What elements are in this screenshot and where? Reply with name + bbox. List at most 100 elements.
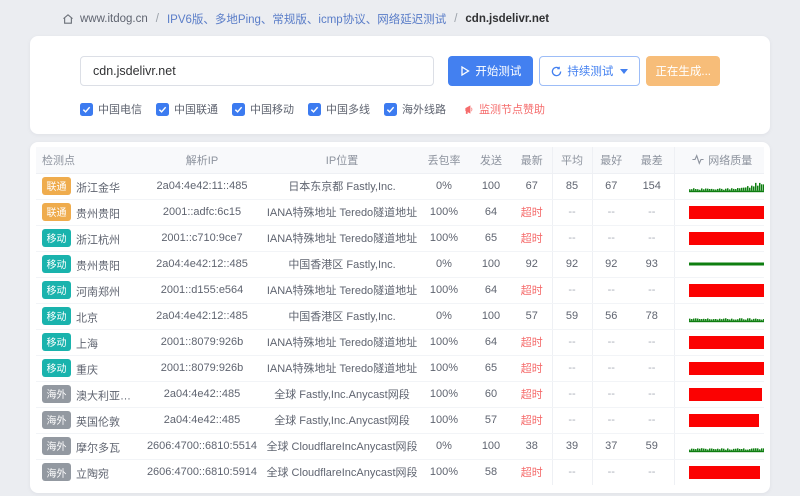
col-header-loss[interactable]: 丢包率 bbox=[418, 147, 470, 174]
activity-icon bbox=[692, 154, 704, 165]
carrier-checkbox-2[interactable]: 中国移动 bbox=[232, 101, 294, 117]
table-body: 联通 浙江金华 2a04:4e42:11::485 日本东京都 Fastly,Inc.… bbox=[36, 173, 764, 485]
cell-worst: -- bbox=[630, 225, 675, 252]
cell-avg: 92 bbox=[551, 251, 593, 278]
table-row[interactable]: 移动 北京 2a04:4e42:12::485 中国香港区 Fastly,Inc. 0%… bbox=[36, 303, 764, 330]
table-row[interactable]: 海外 英国伦敦 2a04:4e42::485 全球 Fastly,Inc.Anycas… bbox=[36, 407, 764, 434]
cell-worst: 154 bbox=[630, 173, 675, 200]
carrier-checkbox-0[interactable]: 中国电信 bbox=[80, 101, 142, 117]
quality-graph bbox=[681, 231, 764, 245]
generating-button[interactable]: 正在生成... bbox=[646, 56, 720, 86]
carrier-checkbox-3[interactable]: 中国多线 bbox=[308, 101, 370, 117]
table-row[interactable]: 联通 贵州贵阳 2001::adfc:6c15 IANA特殊地址 Teredo隧道地址… bbox=[36, 199, 764, 226]
col-header-node[interactable]: 检测点 bbox=[36, 147, 138, 174]
carrier-badge: 移动 bbox=[42, 228, 71, 247]
packet-loss-bar bbox=[688, 413, 759, 427]
cell-loss: 0% bbox=[418, 251, 470, 278]
cell-quality bbox=[674, 459, 764, 485]
col-header-quality[interactable]: 网络质量 bbox=[674, 147, 764, 174]
table-row[interactable]: 联通 浙江金华 2a04:4e42:11::485 日本东京都 Fastly,Inc.… bbox=[36, 173, 764, 200]
cell-best: 92 bbox=[592, 251, 630, 278]
packet-loss-bar bbox=[688, 335, 764, 349]
cell-ip-location: IANA特殊地址 Teredo隧道地址 bbox=[266, 329, 418, 356]
cell-worst: -- bbox=[630, 459, 675, 485]
cell-loss: 100% bbox=[418, 329, 470, 356]
cell-best: -- bbox=[592, 277, 630, 304]
cell-latest: 38 bbox=[512, 433, 552, 460]
cell-sent: 57 bbox=[470, 407, 512, 434]
col-header-ip-location[interactable]: IP位置 bbox=[266, 147, 418, 174]
cell-quality bbox=[674, 407, 764, 434]
node-location: 贵州贵阳 bbox=[76, 260, 120, 273]
cell-worst: 78 bbox=[630, 303, 675, 330]
cell-sent: 64 bbox=[470, 199, 512, 226]
cell-sent: 100 bbox=[470, 433, 512, 460]
cell-quality bbox=[674, 277, 764, 304]
table-header-row: 检测点 解析IP IP位置 丢包率 发送 最新 平均 最好 最差 网络质量 bbox=[36, 147, 764, 174]
cell-sent: 60 bbox=[470, 381, 512, 408]
cell-avg: -- bbox=[551, 277, 593, 304]
table-row[interactable]: 海外 立陶宛 2606:4700::6810:5914 全球 CloudflareIn… bbox=[36, 459, 764, 485]
cell-best: 67 bbox=[592, 173, 630, 200]
cell-best: -- bbox=[592, 199, 630, 226]
cell-ip-location: IANA特殊地址 Teredo隧道地址 bbox=[266, 355, 418, 382]
latency-sparkline bbox=[688, 318, 764, 323]
continuous-test-button[interactable]: 持续测试 bbox=[539, 56, 641, 86]
col-header-worst[interactable]: 最差 bbox=[630, 147, 675, 174]
carrier-badge: 海外 bbox=[42, 410, 71, 429]
sponsor-link[interactable]: 监测节点赞助 bbox=[464, 101, 545, 117]
cell-avg: -- bbox=[551, 355, 593, 382]
cell-avg: 85 bbox=[551, 173, 593, 200]
carrier-badge: 移动 bbox=[42, 306, 71, 325]
table-row[interactable]: 移动 贵州贵阳 2a04:4e42:12::485 中国香港区 Fastly,Inc.… bbox=[36, 251, 764, 278]
cell-latest: 超时 bbox=[512, 381, 552, 408]
cell-resolved-ip: 2606:4700::6810:5514 bbox=[138, 433, 266, 460]
cell-best: -- bbox=[592, 355, 630, 382]
host-input[interactable] bbox=[80, 56, 435, 86]
table-row[interactable]: 海外 澳大利亚悉尼 2a04:4e42::485 全球 Fastly,Inc.Anyc… bbox=[36, 381, 764, 408]
table-row[interactable]: 移动 浙江杭州 2001::c710:9ce7 IANA特殊地址 Teredo隧道地址… bbox=[36, 225, 764, 252]
cell-quality bbox=[674, 225, 764, 252]
cell-quality bbox=[674, 303, 764, 330]
cell-node: 海外 英国伦敦 bbox=[36, 407, 138, 434]
cell-latest: 超时 bbox=[512, 199, 552, 226]
breadcrumb-current: cdn.jsdelivr.net bbox=[465, 13, 550, 25]
cell-best: -- bbox=[592, 381, 630, 408]
col-header-sent[interactable]: 发送 bbox=[470, 147, 512, 174]
cell-loss: 100% bbox=[418, 381, 470, 408]
packet-loss-bar bbox=[688, 205, 764, 219]
cell-resolved-ip: 2001::8079:926b bbox=[138, 355, 266, 382]
carrier-checkbox-1[interactable]: 中国联通 bbox=[156, 101, 218, 117]
cell-node: 海外 立陶宛 bbox=[36, 459, 138, 485]
cell-latest: 67 bbox=[512, 173, 552, 200]
cell-node: 联通 贵州贵阳 bbox=[36, 199, 138, 226]
megaphone-icon bbox=[465, 104, 473, 114]
cell-avg: -- bbox=[551, 407, 593, 434]
table-row[interactable]: 移动 上海 2001::8079:926b IANA特殊地址 Teredo隧道地址 10… bbox=[36, 329, 764, 356]
node-location: 上海 bbox=[76, 338, 98, 351]
col-header-avg[interactable]: 平均 bbox=[551, 147, 593, 174]
table-row[interactable]: 移动 重庆 2001::8079:926b IANA特殊地址 Teredo隧道地址 10… bbox=[36, 355, 764, 382]
col-header-latest[interactable]: 最新 bbox=[512, 147, 552, 174]
col-header-best[interactable]: 最好 bbox=[592, 147, 630, 174]
table-row[interactable]: 移动 河南郑州 2001::d155:e564 IANA特殊地址 Teredo隧道地址… bbox=[36, 277, 764, 304]
breadcrumb: www.itdog.cn / IPV6版、多地Ping、常规版、icmp协议、网… bbox=[0, 0, 800, 27]
breadcrumb-separator: / bbox=[454, 13, 458, 25]
col-header-ip[interactable]: 解析IP bbox=[138, 147, 266, 174]
cell-best: -- bbox=[592, 407, 630, 434]
breadcrumb-section[interactable]: IPV6版、多地Ping、常规版、icmp协议、网络延迟测试 bbox=[167, 11, 446, 27]
cell-avg: 39 bbox=[551, 433, 593, 460]
test-controls-row: 开始测试 持续测试 正在生成... bbox=[80, 56, 720, 86]
start-test-button[interactable]: 开始测试 bbox=[448, 56, 534, 86]
cell-ip-location: 中国香港区 Fastly,Inc. bbox=[266, 303, 418, 330]
quality-graph bbox=[681, 257, 764, 271]
breadcrumb-home[interactable]: www.itdog.cn bbox=[80, 13, 148, 25]
quality-graph bbox=[681, 439, 764, 453]
table-row[interactable]: 海外 摩尔多瓦 2606:4700::6810:5514 全球 CloudflareI… bbox=[36, 433, 764, 460]
carrier-checkbox-4[interactable]: 海外线路 bbox=[384, 101, 446, 117]
cell-node: 移动 河南郑州 bbox=[36, 277, 138, 304]
breadcrumb-separator: / bbox=[155, 13, 159, 25]
chevron-down-icon bbox=[620, 68, 629, 74]
cell-node: 联通 浙江金华 bbox=[36, 173, 138, 200]
cell-latest: 超时 bbox=[512, 329, 552, 356]
